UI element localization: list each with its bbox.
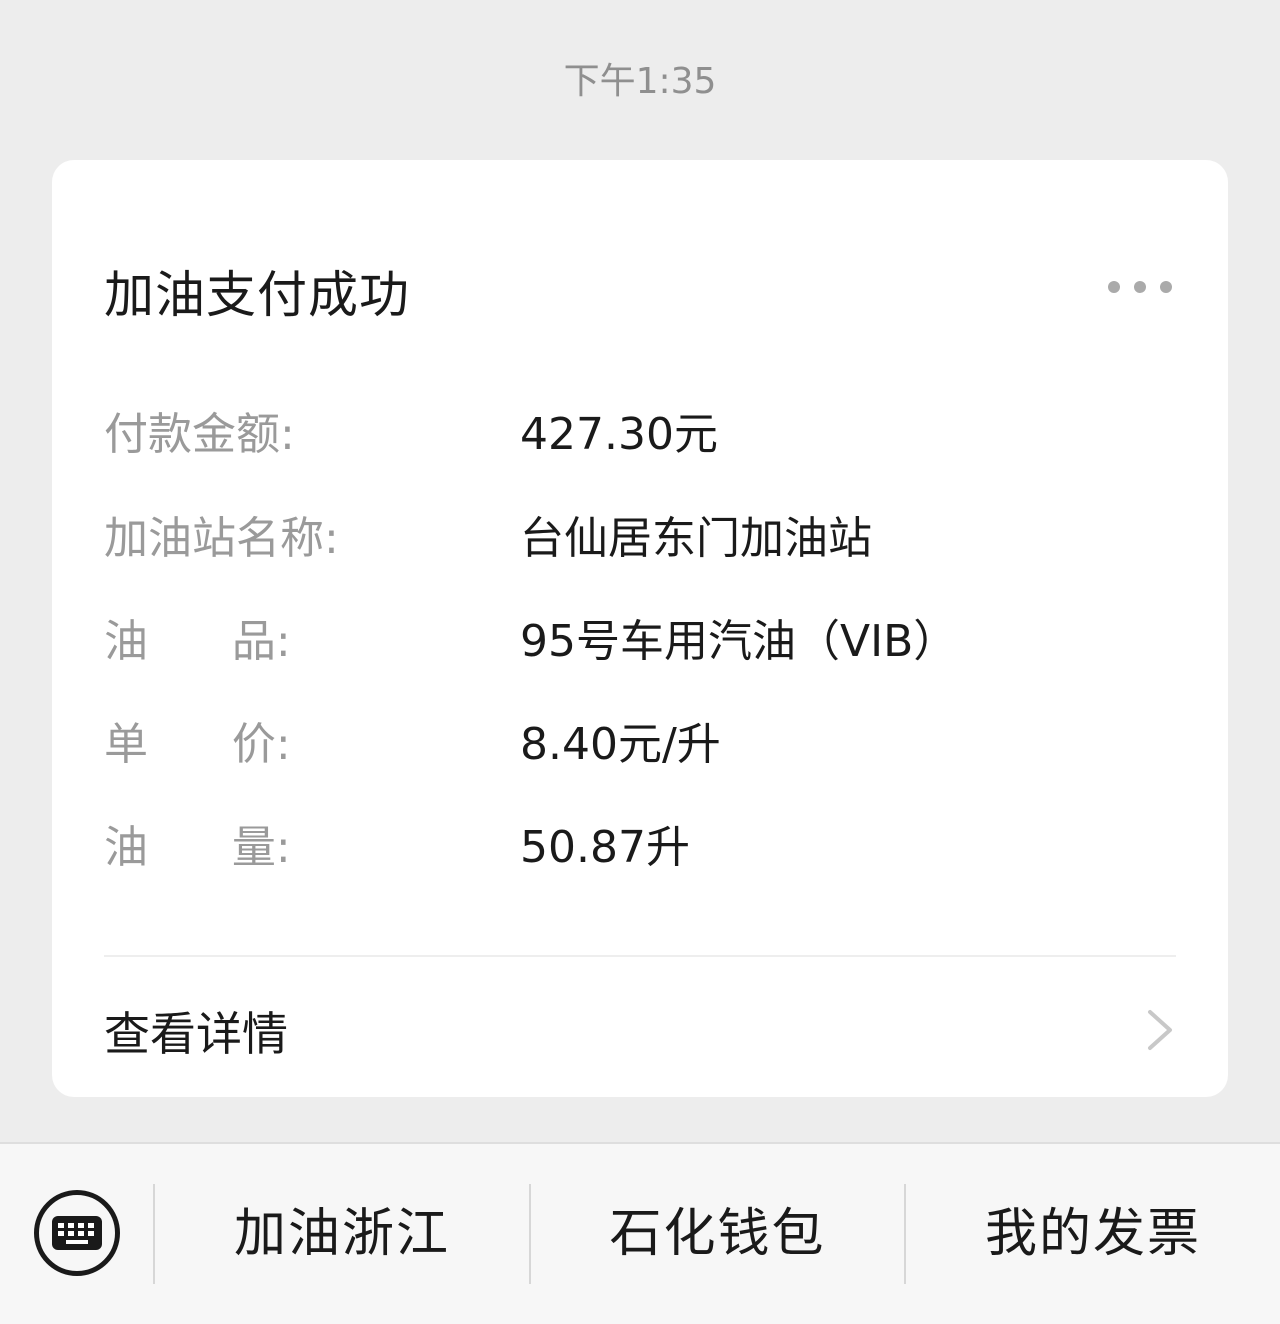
more-icon-dot [1134,281,1146,293]
more-options-button[interactable] [1108,272,1172,302]
chevron-right-icon [1148,1010,1172,1050]
menu-item-shihua-wallet[interactable]: 石化钱包 [531,1194,904,1274]
menu-item-my-invoices[interactable]: 我的发票 [906,1194,1280,1274]
info-row-unit-price: 单 价: 8.40元/升 [104,715,1184,775]
info-row-volume: 油 量: 50.87升 [104,818,1184,878]
row-value: 50.87升 [520,822,690,873]
info-row-amount: 付款金额: 427.30元 [104,405,1184,465]
row-value: 台仙居东门加油站 [520,513,872,564]
info-row-fuel-type: 油 品: 95号车用汽油（VIB） [104,612,1184,672]
info-row-station: 加油站名称: 台仙居东门加油站 [104,509,1184,569]
service-menu-bar: 加油浙江 石化钱包 我的发票 [0,1142,1280,1324]
row-label: 加油站名称: [104,513,339,564]
row-label: 单 价: [104,719,291,770]
view-details-label: 查看详情 [104,1007,288,1061]
card-title: 加油支付成功 [104,266,410,324]
keyboard-icon [52,1216,102,1250]
row-label: 付款金额: [104,409,295,460]
more-icon-dot [1108,281,1120,293]
card-divider [104,955,1176,957]
payment-notification-card: 加油支付成功 付款金额: 427.30元 加油站名称: 台仙居东门加油站 油 品… [52,160,1228,1097]
keyboard-toggle-button[interactable] [34,1190,120,1276]
row-label: 油 量: [104,822,291,873]
row-value: 95号车用汽油（VIB） [520,616,958,667]
view-details-link[interactable]: 查看详情 [52,990,1228,1080]
row-value: 427.30元 [520,409,718,460]
message-timestamp: 下午1:35 [563,61,717,102]
row-value: 8.40元/升 [520,719,721,770]
menu-item-jiayou-zhejiang[interactable]: 加油浙江 [155,1194,529,1274]
more-icon-dot [1160,281,1172,293]
row-label: 油 品: [104,616,291,667]
